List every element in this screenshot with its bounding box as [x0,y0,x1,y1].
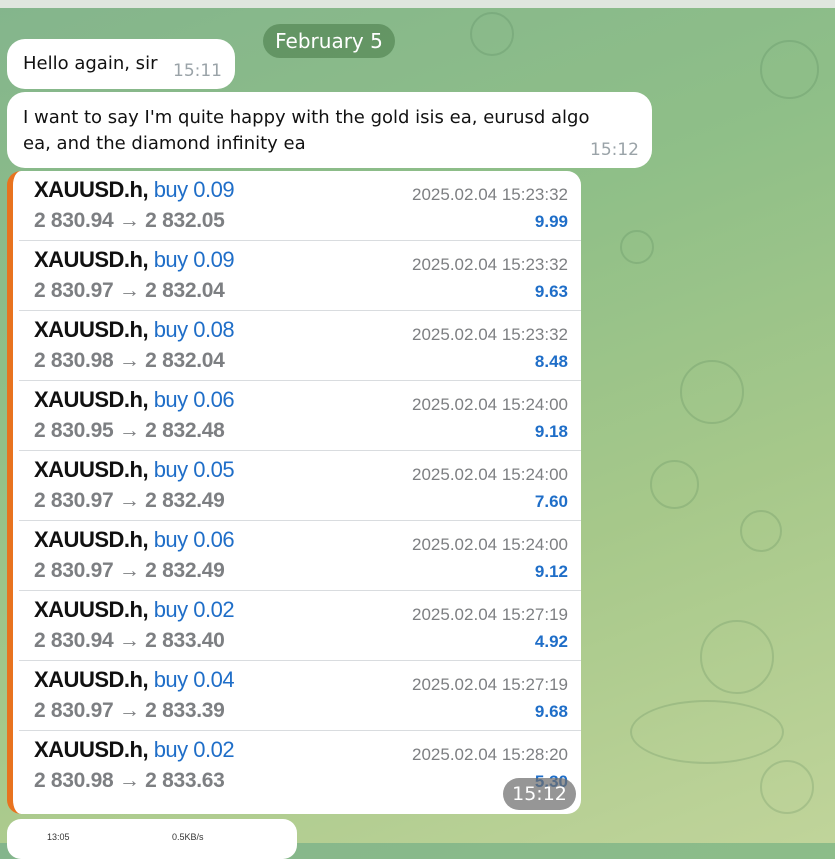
trade-row: XAUUSD.h, buy 0.05 2 830.97 → 2 832.49 2… [19,451,581,521]
trade-action: buy 0.09 [153,247,235,272]
close-price: 2 832.05 [145,209,225,232]
trade-row: XAUUSD.h, buy 0.09 2 830.97 → 2 832.04 2… [19,241,581,311]
trade-symbol: XAUUSD.h, [34,317,149,342]
status-net-speed: 0.5KB/s [172,832,204,842]
trade-symbol: XAUUSD.h, [34,527,149,552]
message-text: Hello again, sir [23,53,158,74]
open-price: 2 830.98 [34,769,114,792]
background-doodle [700,620,774,694]
close-price: 2 833.40 [145,629,225,652]
trade-symbol: XAUUSD.h, [34,247,149,272]
trade-row: XAUUSD.h, buy 0.08 2 830.98 → 2 832.04 2… [19,311,581,381]
background-doodle [740,510,782,552]
status-clock: 13:05 [47,832,70,842]
background-doodle [650,460,699,509]
trade-datetime: 2025.02.04 15:28:20 [412,745,568,764]
trade-datetime: 2025.02.04 15:23:32 [412,255,568,274]
message-time: 15:11 [173,61,222,81]
open-price: 2 830.98 [34,349,114,372]
close-price: 2 832.48 [145,419,225,442]
trade-symbol: XAUUSD.h, [34,457,149,482]
trade-profit: 9.99 [534,212,568,231]
background-doodle [680,360,744,424]
open-price: 2 830.97 [34,699,114,722]
trade-action: buy 0.06 [153,387,235,412]
background-doodle [760,760,814,814]
image-timestamp: 15:12 [503,778,576,810]
arrow-icon: → [118,349,140,372]
trade-action: buy 0.06 [153,527,235,552]
trade-profit: 4.92 [534,632,568,651]
trade-datetime: 2025.02.04 15:27:19 [412,605,568,624]
open-price: 2 830.95 [34,419,114,442]
trade-profit: 9.18 [534,422,568,441]
arrow-icon: → [118,699,140,722]
close-price: 2 833.39 [145,699,225,722]
trade-profit: 9.63 [534,282,568,301]
trade-datetime: 2025.02.04 15:24:00 [412,395,568,414]
arrow-icon: → [118,419,140,442]
trade-action: buy 0.04 [153,667,235,692]
trade-row: XAUUSD.h, buy 0.06 2 830.95 → 2 832.48 2… [19,381,581,451]
trade-datetime: 2025.02.04 15:24:00 [412,465,568,484]
trade-symbol: XAUUSD.h, [34,667,149,692]
trade-datetime: 2025.02.04 15:23:32 [412,185,568,204]
close-price: 2 832.49 [145,559,225,582]
trade-action: buy 0.08 [153,317,235,342]
trade-symbol: XAUUSD.h, [34,387,149,412]
message-time: 15:12 [590,140,639,160]
background-doodle [760,40,819,99]
background-doodle [630,700,784,764]
trade-row: XAUUSD.h, buy 0.02 2 830.98 → 2 833.63 2… [19,731,581,801]
trade-profit: 7.60 [534,492,568,511]
top-edge [0,0,835,8]
trade-row: XAUUSD.h, buy 0.09 2 830.94 → 2 832.05 2… [19,171,581,241]
trade-profit: 8.48 [534,352,568,371]
trade-symbol: XAUUSD.h, [34,597,149,622]
trade-symbol: XAUUSD.h, [34,737,149,762]
open-price: 2 830.94 [34,629,114,652]
date-separator: February 5 [263,24,395,58]
trade-datetime: 2025.02.04 15:24:00 [412,535,568,554]
trade-profit: 9.68 [534,702,568,721]
message-text: I want to say I'm quite happy with the g… [23,107,590,154]
trade-datetime: 2025.02.04 15:27:19 [412,675,568,694]
trade-action: buy 0.05 [153,457,235,482]
arrow-icon: → [118,209,140,232]
trade-action: buy 0.02 [153,737,235,762]
arrow-icon: → [118,489,140,512]
close-price: 2 833.63 [145,769,225,792]
arrow-icon: → [118,629,140,652]
close-price: 2 832.04 [145,349,225,372]
arrow-icon: → [118,559,140,582]
message-bubble[interactable]: Hello again, sir 15:11 [7,39,235,89]
open-price: 2 830.94 [34,209,114,232]
trade-datetime: 2025.02.04 15:23:32 [412,325,568,344]
trade-row: XAUUSD.h, buy 0.04 2 830.97 → 2 833.39 2… [19,661,581,731]
arrow-icon: → [118,279,140,302]
background-doodle [620,230,654,264]
trade-action: buy 0.02 [153,597,235,622]
background-doodle [470,12,514,56]
close-price: 2 832.49 [145,489,225,512]
open-price: 2 830.97 [34,279,114,302]
open-price: 2 830.97 [34,489,114,512]
close-price: 2 832.04 [145,279,225,302]
message-bubble[interactable]: I want to say I'm quite happy with the g… [7,92,652,168]
next-image-preview[interactable]: 13:05 0.5KB/s [7,819,297,859]
trade-profit: 9.12 [534,562,568,581]
trade-row: XAUUSD.h, buy 0.02 2 830.94 → 2 833.40 2… [19,591,581,661]
trade-row: XAUUSD.h, buy 0.06 2 830.97 → 2 832.49 2… [19,521,581,591]
arrow-icon: → [118,769,140,792]
trade-symbol: XAUUSD.h, [34,177,149,202]
trade-history-image[interactable]: XAUUSD.h, buy 0.09 2 830.94 → 2 832.05 2… [7,171,581,814]
open-price: 2 830.97 [34,559,114,582]
trade-action: buy 0.09 [153,177,235,202]
